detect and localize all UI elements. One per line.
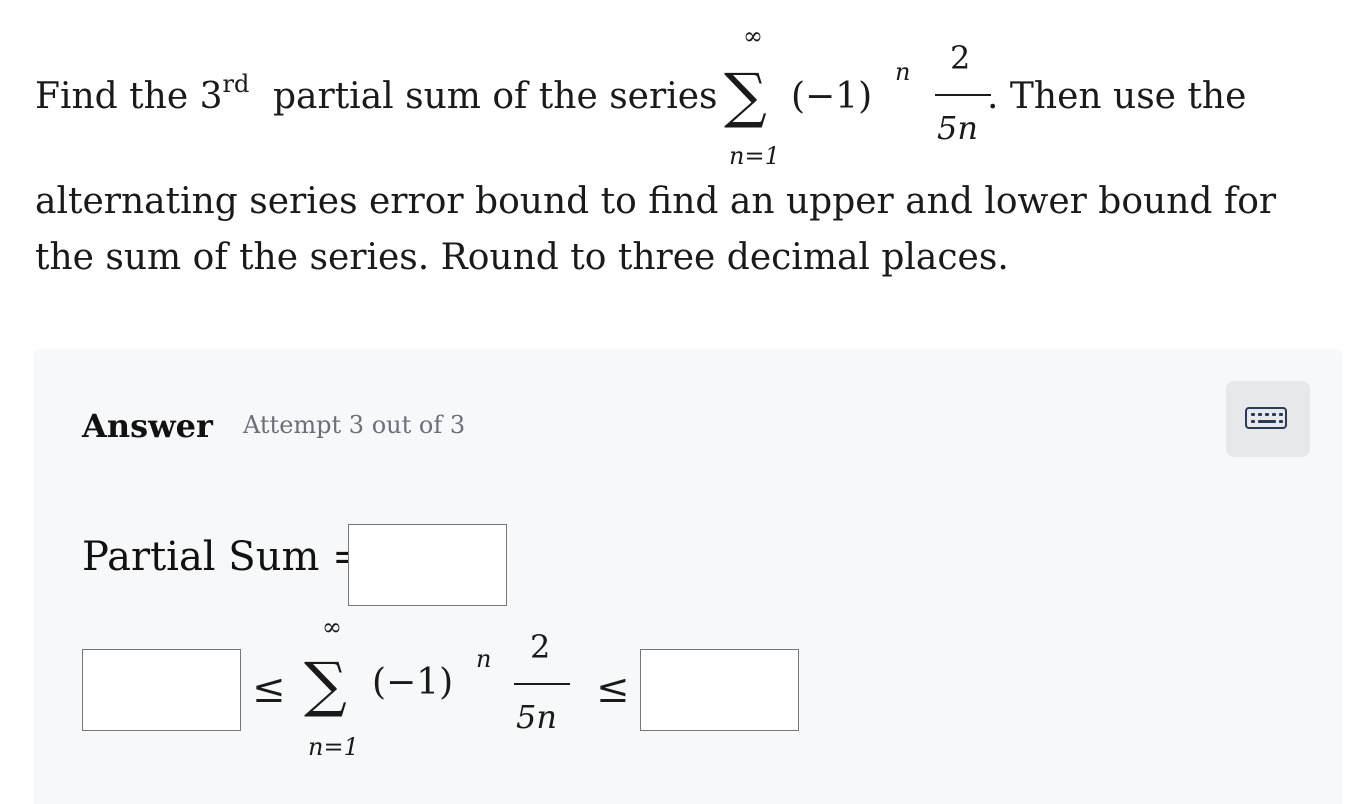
keyboard-icon <box>1245 407 1287 429</box>
question-line-3: the sum of the series. Round to three de… <box>35 237 1009 278</box>
answer-label: Answer <box>82 407 213 445</box>
upper-bound-input[interactable] <box>640 649 799 731</box>
sum-upper-limit: ∞ <box>743 22 763 50</box>
question-then-text: . Then use the <box>987 76 1247 117</box>
leq-symbol-left: ≤ <box>252 666 286 712</box>
question-partial-text: partial sum of the series <box>273 76 718 117</box>
answer-sigma-symbol: ∑ <box>304 650 347 720</box>
keyboard-toggle-button[interactable] <box>1226 381 1310 457</box>
answer-series-exponent: n <box>476 645 492 673</box>
fraction-numerator: 2 <box>950 39 971 77</box>
partial-sum-input[interactable] <box>348 524 507 606</box>
series-exponent: n <box>895 58 911 86</box>
answer-sum-lower-limit: n=1 <box>308 733 359 761</box>
question-line-1: Find the 3rd partial sum of the series ∞… <box>35 22 1315 172</box>
fraction-bar <box>935 94 991 96</box>
answer-panel: Answer Attempt 3 out of 3 Partial Sum = … <box>34 349 1342 804</box>
leq-symbol-right: ≤ <box>596 666 630 712</box>
answer-series-term: (−1) <box>372 662 454 703</box>
answer-fraction-denominator: 5n <box>516 698 557 736</box>
question-find-text: Find the 3rd <box>35 70 250 117</box>
partial-sum-label: Partial Sum = <box>82 534 366 580</box>
fraction-denominator: 5n <box>937 109 978 147</box>
question-line-2: alternating series error bound to find a… <box>35 181 1277 222</box>
lower-bound-input[interactable] <box>82 649 241 731</box>
sigma-symbol: ∑ <box>724 61 767 131</box>
ordinal-superscript: rd <box>222 70 250 98</box>
answer-sum-upper-limit: ∞ <box>322 613 342 641</box>
answer-fraction-numerator: 2 <box>530 628 551 666</box>
sum-lower-limit: n=1 <box>729 142 780 170</box>
answer-fraction-bar <box>514 683 570 685</box>
attempt-counter: Attempt 3 out of 3 <box>243 411 466 439</box>
series-term: (−1) <box>791 76 873 117</box>
question-text: Find the 3rd partial sum of the series ∞… <box>35 22 1315 278</box>
